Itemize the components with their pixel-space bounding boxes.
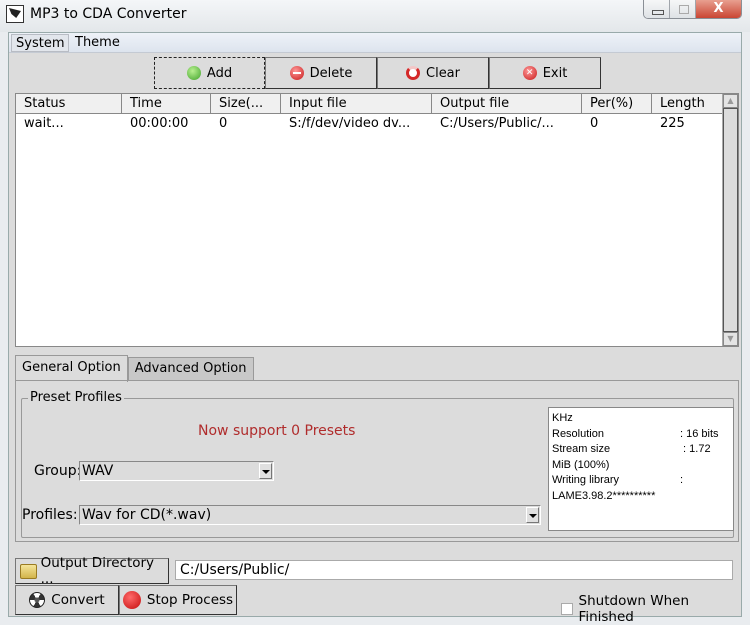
- convert-label: Convert: [51, 592, 105, 608]
- chevron-down-icon[interactable]: [526, 507, 539, 523]
- stop-process-label: Stop Process: [146, 592, 234, 608]
- info-key: LAME3.98.2**********: [552, 489, 656, 502]
- info-key: Writing library: [552, 474, 620, 486]
- cell-input-file: S:/f/dev/video dv...: [289, 116, 411, 131]
- chevron-down-icon[interactable]: [259, 463, 272, 479]
- general-option-panel: Preset Profiles Now support 0 Presets Gr…: [15, 380, 739, 542]
- info-line: KHz: [552, 411, 730, 427]
- window-title: MP3 to CDA Converter: [30, 6, 187, 22]
- info-value: : 16 bits: [680, 427, 719, 440]
- cell-percent: 0: [590, 116, 599, 131]
- exit-icon: ✕: [522, 66, 537, 80]
- output-directory-button[interactable]: Output Directory ...: [15, 555, 169, 587]
- info-key: KHz: [552, 412, 573, 424]
- option-tabs: General Option Advanced Option: [15, 355, 254, 382]
- exit-label: Exit: [542, 65, 568, 81]
- folder-icon: [20, 563, 37, 579]
- tab-advanced-option[interactable]: Advanced Option: [127, 357, 254, 381]
- cell-length: 225: [660, 116, 685, 131]
- exit-button[interactable]: ✕ Exit: [489, 57, 601, 89]
- info-line: Writing library:: [552, 473, 730, 489]
- menu-bar: System Theme: [9, 33, 741, 53]
- cell-size: 0: [219, 116, 228, 131]
- scroll-thumb[interactable]: [723, 108, 738, 332]
- clear-button[interactable]: Clear: [377, 57, 489, 89]
- main-client: System Theme Add Delete Clear ✕ Exit Sta…: [8, 32, 742, 625]
- column-time[interactable]: Time: [122, 94, 211, 114]
- group-select-value: WAV: [82, 463, 114, 479]
- add-label: Add: [206, 65, 233, 81]
- output-path-field[interactable]: C:/Users/Public/: [175, 560, 733, 580]
- column-status[interactable]: Status: [16, 94, 122, 114]
- info-value: :: [680, 474, 684, 486]
- info-key: MiB (100%): [552, 458, 610, 471]
- add-button[interactable]: Add: [154, 57, 265, 89]
- cell-output-file: C:/Users/Public/...: [440, 116, 554, 131]
- info-key: Stream size: [552, 443, 611, 455]
- preset-support-text: Now support 0 Presets: [198, 423, 356, 439]
- media-info-box: KHz Resolution : 16 bits Stream size : 1.…: [548, 407, 734, 531]
- column-percent[interactable]: Per(%): [582, 94, 652, 114]
- file-list-header: Status Time Size(... Input file Output f…: [16, 94, 724, 114]
- scroll-down-icon[interactable]: ▼: [723, 332, 738, 346]
- clear-icon: [406, 66, 420, 80]
- clear-label: Clear: [426, 65, 460, 81]
- title-bar: MP3 to CDA Converter X: [0, 0, 750, 32]
- column-length[interactable]: Length: [652, 94, 724, 114]
- shutdown-option[interactable]: Shutdown When Finished: [561, 593, 741, 625]
- preset-profiles-group: Preset Profiles Now support 0 Presets Gr…: [21, 390, 734, 538]
- info-line: Resolution : 16 bits: [552, 427, 730, 443]
- info-line: MiB (100%): [552, 458, 730, 474]
- delete-label: Delete: [309, 65, 353, 81]
- output-directory-label: Output Directory ...: [40, 555, 155, 587]
- profiles-select[interactable]: Wav for CD(*.wav): [79, 505, 541, 525]
- info-line: LAME3.98.2**********: [552, 489, 730, 505]
- profiles-select-value: Wav for CD(*.wav): [82, 507, 212, 523]
- cell-status: wait...: [24, 116, 64, 131]
- film-reel-icon: [29, 592, 46, 608]
- tab-general-option[interactable]: General Option: [15, 355, 128, 382]
- profiles-label: Profiles:: [22, 507, 78, 523]
- delete-icon: [289, 66, 304, 80]
- group-label: Group:: [34, 463, 82, 479]
- window-controls: X: [643, 0, 742, 19]
- file-list[interactable]: Status Time Size(... Input file Output f…: [15, 93, 739, 347]
- app-icon: [6, 5, 24, 23]
- add-icon: [186, 66, 201, 80]
- info-key: Resolution: [552, 427, 604, 440]
- close-button[interactable]: X: [696, 0, 741, 18]
- delete-button[interactable]: Delete: [265, 57, 377, 89]
- shutdown-checkbox[interactable]: [561, 603, 573, 615]
- info-value: : 1.72: [680, 443, 711, 455]
- column-size[interactable]: Size(...: [211, 94, 281, 114]
- vertical-scrollbar[interactable]: ▲ ▼: [722, 94, 738, 346]
- minimize-button[interactable]: [644, 0, 670, 18]
- column-input-file[interactable]: Input file: [281, 94, 432, 114]
- convert-button[interactable]: Convert: [15, 585, 119, 615]
- column-output-file[interactable]: Output file: [432, 94, 582, 114]
- shutdown-label: Shutdown When Finished: [578, 593, 690, 625]
- menu-theme[interactable]: Theme: [71, 34, 124, 52]
- preset-profiles-title: Preset Profiles: [28, 390, 124, 405]
- menu-system[interactable]: System: [11, 34, 70, 52]
- cell-time: 00:00:00: [130, 116, 189, 131]
- stop-process-button[interactable]: Stop Process: [119, 585, 237, 615]
- scroll-up-icon[interactable]: ▲: [723, 94, 738, 108]
- info-line: Stream size : 1.72: [552, 442, 730, 458]
- stop-icon: [122, 591, 141, 609]
- table-row[interactable]: wait... 00:00:00 0 S:/f/dev/video dv... …: [16, 115, 724, 133]
- maximize-button[interactable]: [670, 0, 696, 18]
- group-select[interactable]: WAV: [79, 461, 274, 481]
